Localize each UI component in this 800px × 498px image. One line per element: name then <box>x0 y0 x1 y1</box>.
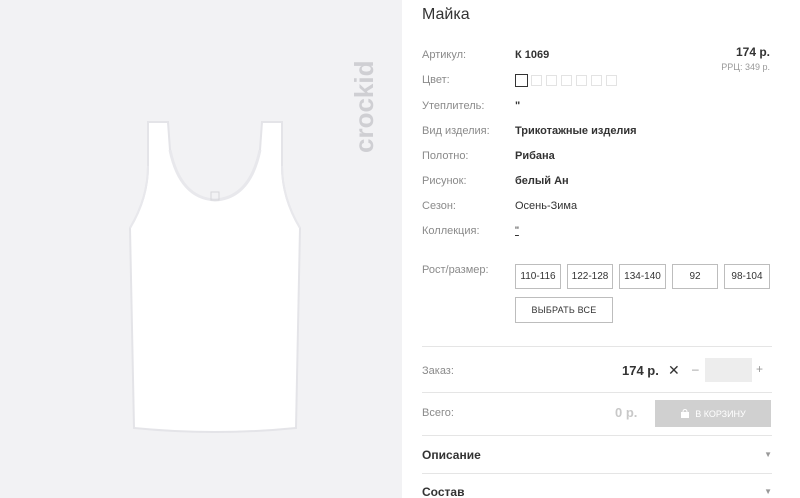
attr-value-item-type: Трикотажные изделия <box>515 125 637 137</box>
attr-label-insulation: Утеплитель: <box>422 100 485 112</box>
divider <box>422 435 772 436</box>
description-accordion-title: Описание <box>422 448 481 462</box>
attr-value-fabric: Рибана <box>515 150 555 162</box>
divider <box>422 392 772 393</box>
product-title: Майка <box>422 6 470 23</box>
add-to-cart-button[interactable]: В КОРЗИНУ <box>655 400 771 427</box>
color-swatch[interactable] <box>591 75 602 86</box>
attr-label-color: Цвет: <box>422 74 450 86</box>
attr-label-article: Артикул: <box>422 49 467 61</box>
attr-label-pattern: Рисунок: <box>422 175 467 187</box>
attr-label-collection: Коллекция: <box>422 225 480 237</box>
brand-logo: crockid <box>346 18 382 158</box>
composition-accordion[interactable]: Состав ▼ <box>422 485 772 498</box>
size-label: Рост/размер: <box>422 264 489 276</box>
divider <box>422 473 772 474</box>
attr-value-insulation: " <box>515 100 521 112</box>
order-label: Заказ: <box>422 365 454 377</box>
total-price: 0 р. <box>615 405 638 420</box>
decrease-quantity-button[interactable]: – <box>692 362 699 376</box>
product-image-panel[interactable]: crockid <box>0 0 402 498</box>
attr-label-item-type: Вид изделия: <box>422 125 490 137</box>
size-option-134-140[interactable]: 134-140 <box>619 264 666 289</box>
order-unit-price: 174 р. <box>622 363 659 378</box>
attr-value-pattern: белый Ан <box>515 175 569 187</box>
chevron-down-icon: ▼ <box>764 450 772 459</box>
product-price: 174 р. <box>735 45 770 59</box>
attr-label-fabric: Полотно: <box>422 150 469 162</box>
quantity-input[interactable] <box>705 358 752 382</box>
total-label: Всего: <box>422 407 454 419</box>
rrp-value: 349 р. <box>744 62 770 72</box>
color-swatch[interactable] <box>515 74 528 87</box>
add-to-cart-label: В КОРЗИНУ <box>695 408 746 419</box>
chevron-down-icon: ▼ <box>764 487 772 496</box>
rrp-label: РРЦ: <box>721 62 743 72</box>
color-swatch[interactable] <box>576 75 587 86</box>
tank-top-image <box>128 121 302 433</box>
color-swatch[interactable] <box>546 75 557 86</box>
attr-label-season: Сезон: <box>422 200 456 212</box>
size-option-92[interactable]: 92 <box>672 264 718 289</box>
composition-accordion-title: Состав <box>422 485 465 498</box>
divider <box>422 346 772 347</box>
product-info: Майка 174 р. РРЦ: 349 р. Артикул: К 1069… <box>422 0 772 498</box>
color-swatch[interactable] <box>531 75 542 86</box>
cart-icon <box>681 408 690 418</box>
color-swatch[interactable] <box>606 75 617 86</box>
size-option-110-116[interactable]: 110-116 <box>515 264 561 289</box>
increase-quantity-button[interactable]: + <box>756 362 763 376</box>
attr-value-collection[interactable]: " <box>515 225 519 237</box>
svg-text:crockid: crockid <box>349 61 379 154</box>
size-option-122-128[interactable]: 122-128 <box>567 264 613 289</box>
multiply-icon: ✕ <box>668 362 680 378</box>
color-swatch[interactable] <box>561 75 572 86</box>
attr-value-article: К 1069 <box>515 49 550 61</box>
size-option-98-104[interactable]: 98-104 <box>724 264 770 289</box>
select-all-sizes-button[interactable]: ВЫБРАТЬ ВСЕ <box>515 297 613 323</box>
recommended-retail-price: РРЦ: 349 р. <box>721 62 770 72</box>
attr-value-season: Осень-Зима <box>515 200 578 212</box>
